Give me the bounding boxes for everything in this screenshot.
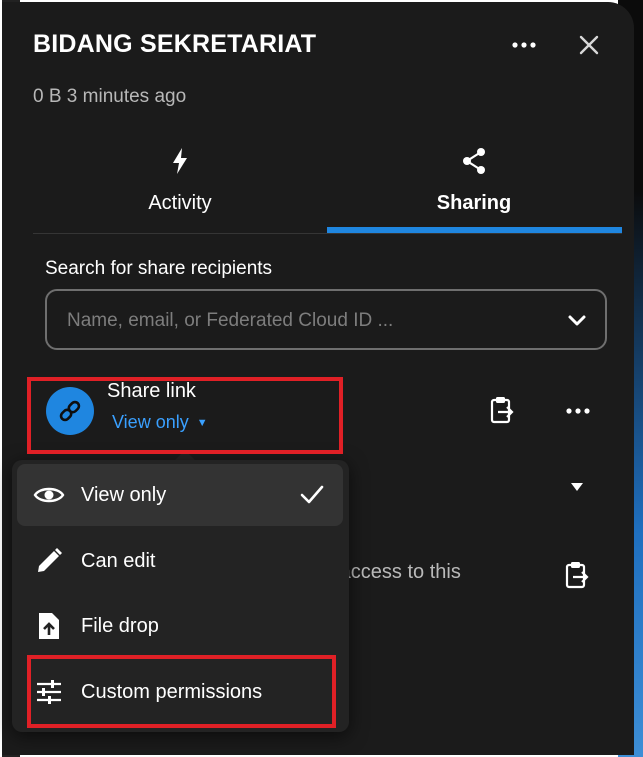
search-label: Search for share recipients [45,258,273,279]
menu-item-label: Can edit [81,549,156,572]
file-title: BIDANG SEKRETARIAT [33,30,317,58]
more-horizontal-icon [566,408,590,414]
tab-activity-label: Activity [148,192,212,214]
copy-link-button[interactable] [486,394,518,426]
clipboard-icon [490,397,514,424]
sidebar-tabs: Activity Sharing [33,135,622,235]
share-icon [463,148,485,174]
search-input[interactable] [65,303,549,339]
share-recipient-search[interactable] [45,289,607,350]
close-icon [579,35,599,55]
tab-sharing-label: Sharing [436,192,512,214]
menu-item-can-edit[interactable]: Can edit [17,530,343,592]
lightning-icon [173,148,187,174]
menu-item-file-drop[interactable]: File drop [17,595,343,657]
chevron-down-icon[interactable] [563,307,591,335]
clipboard-icon [565,562,589,589]
close-button[interactable] [572,28,606,62]
annotation-highlight-share-link [27,377,343,454]
check-icon [300,485,324,504]
caret-down-icon [571,483,583,491]
tabs-divider [33,233,622,234]
row-dropdown-caret[interactable] [566,476,588,498]
menu-item-view-only[interactable]: View only [17,464,343,526]
more-horizontal-icon [512,42,536,48]
file-meta: 0 B 3 minutes ago [33,86,187,107]
more-actions-button[interactable] [506,30,542,60]
tab-sharing[interactable]: Sharing [327,135,621,235]
menu-item-label: View only [81,483,167,506]
eye-icon [33,487,65,503]
annotation-highlight-custom-permissions [27,655,336,728]
menu-item-label: File drop [81,614,159,637]
tab-activity[interactable]: Activity [33,135,327,235]
pencil-icon [38,548,62,572]
copy-internal-link-button[interactable] [561,559,593,591]
file-upload-icon [39,613,59,639]
share-link-more-button[interactable] [560,396,596,426]
